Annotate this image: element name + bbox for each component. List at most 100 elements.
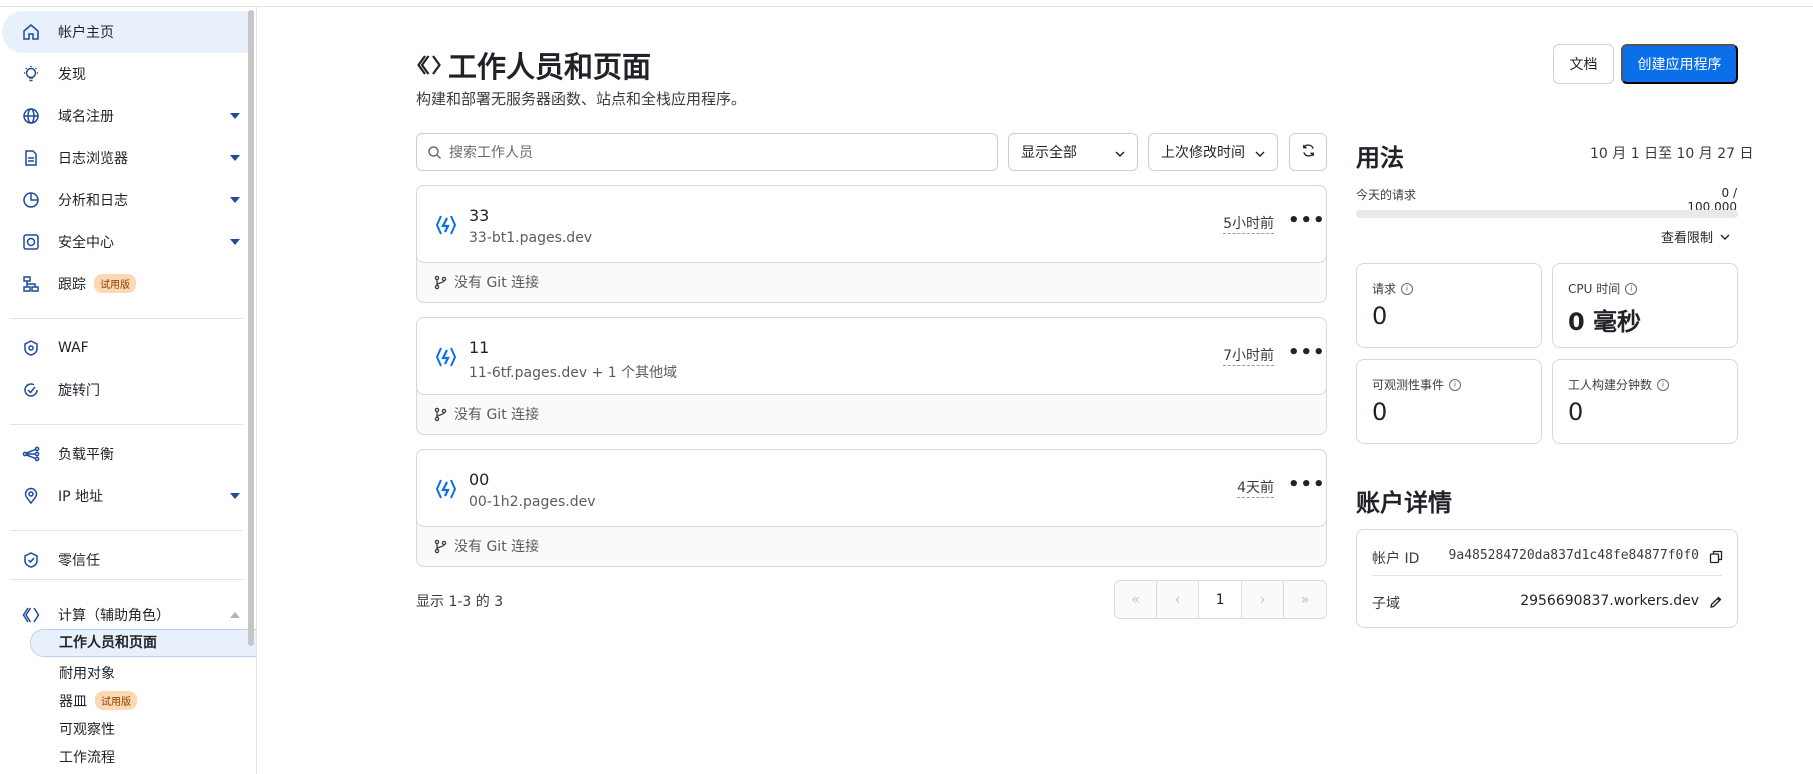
sidebar-item-home[interactable]: 帐户主页: [2, 11, 248, 53]
more-options-icon[interactable]: •••: [1288, 212, 1325, 234]
sidebar-item-label: 发现: [58, 67, 86, 83]
more-options-icon[interactable]: •••: [1288, 476, 1325, 498]
sidebar-item-security[interactable]: 安全中心: [2, 221, 248, 263]
page-title: 工作人员和页面: [448, 50, 652, 84]
sidebar-item-zero-trust[interactable]: 零信任: [2, 539, 248, 581]
sidebar-item-label: 器皿: [59, 694, 87, 710]
requests-progress-bar: [1356, 210, 1738, 218]
sidebar-item-discover[interactable]: 发现: [2, 53, 248, 95]
sidebar-subitem-workers-pages[interactable]: 工作人员和页面: [30, 629, 256, 657]
git-status: 没有 Git 连接: [433, 272, 539, 292]
view-limits-label: 查看限制: [1661, 231, 1714, 246]
worker-name[interactable]: 33: [469, 206, 489, 225]
more-options-icon[interactable]: •••: [1288, 344, 1325, 366]
worker-name[interactable]: 11: [469, 338, 489, 357]
trace-icon: [22, 275, 40, 293]
sidebar-scrollbar[interactable]: [248, 10, 254, 646]
worker-card-header[interactable]: 33 33-bt1.pages.dev 5小时前 •••: [416, 185, 1327, 263]
git-branch-icon: [434, 275, 447, 289]
current-page[interactable]: 1: [1199, 581, 1243, 618]
sidebar-item-label: 分析和日志: [58, 193, 128, 209]
sidebar-item-ip-addresses[interactable]: IP 地址: [2, 475, 248, 517]
git-status-label: 没有 Git 连接: [454, 275, 540, 291]
search-placeholder: 搜索工作人员: [449, 145, 533, 161]
worker-card-header[interactable]: 11 11-6tf.pages.dev + 1 个其他域 7小时前 •••: [416, 317, 1327, 395]
chevron-down-icon: [230, 155, 240, 161]
results-count: 显示 1-3 的 3: [416, 594, 504, 610]
sidebar-subitem-durable-objects[interactable]: 耐用对象: [59, 663, 115, 683]
sidebar-item-waf[interactable]: WAF: [2, 327, 248, 369]
lightbulb-icon: [22, 65, 40, 83]
copy-icon[interactable]: [1709, 549, 1723, 564]
chevron-down-icon: [1720, 234, 1730, 240]
create-application-button[interactable]: 创建应用程序: [1621, 44, 1738, 84]
worker-updated-time: 4天前: [1237, 480, 1274, 498]
refresh-button[interactable]: [1289, 133, 1327, 171]
sidebar: 帐户主页 发现 域名注册 日志浏览器 分析和日志 安全中心 跟踪 试用版 WAF …: [0, 7, 257, 774]
first-page-button[interactable]: «: [1115, 581, 1158, 618]
view-limits-button[interactable]: 查看限制: [1661, 227, 1731, 246]
worker-icon: [435, 477, 457, 501]
info-icon[interactable]: i: [1625, 282, 1638, 295]
last-page-button[interactable]: »: [1284, 581, 1326, 618]
sidebar-item-label: 零信任: [58, 553, 100, 569]
sidebar-divider: [10, 530, 243, 531]
git-status: 没有 Git 连接: [433, 404, 539, 424]
worker-icon: [435, 213, 457, 237]
worker-domain[interactable]: 33-bt1.pages.dev: [469, 230, 592, 246]
chevron-down-icon: [230, 197, 240, 203]
chevron-down-icon: [230, 493, 240, 499]
page-subtitle: 构建和部署无服务器函数、站点和全栈应用程序。: [416, 90, 747, 108]
info-icon[interactable]: i: [1657, 378, 1670, 391]
worker-updated-time: 7小时前: [1223, 348, 1274, 366]
git-branch-icon: [434, 539, 447, 553]
stat-label: 工人构建分钟数: [1568, 378, 1653, 392]
sort-select[interactable]: 上次修改时间: [1148, 133, 1278, 171]
load-balance-icon: [22, 445, 40, 463]
sidebar-item-load-balancing[interactable]: 负载平衡: [2, 433, 248, 475]
worker-name[interactable]: 00: [469, 470, 489, 489]
prev-page-button[interactable]: ‹: [1157, 581, 1200, 618]
chart-icon: [22, 191, 40, 209]
stat-card-build-minutes: 工人构建分钟数 i 0: [1552, 359, 1738, 444]
shield-icon: [22, 233, 40, 251]
git-status-label: 没有 Git 连接: [454, 407, 540, 423]
sidebar-item-trace[interactable]: 跟踪 试用版: [2, 263, 248, 305]
sidebar-subitem-containers[interactable]: 器皿 试用版: [59, 691, 137, 711]
sidebar-item-domains[interactable]: 域名注册: [2, 95, 248, 137]
sidebar-item-label: 安全中心: [58, 235, 114, 251]
sidebar-subitem-observability[interactable]: 可观察性: [59, 719, 115, 739]
git-status-label: 没有 Git 连接: [454, 539, 540, 555]
edit-icon[interactable]: [1709, 594, 1723, 608]
page-header: 工作人员和页面: [416, 44, 651, 86]
sidebar-item-analytics[interactable]: 分析和日志: [2, 179, 248, 221]
search-input[interactable]: 搜索工作人员: [416, 133, 998, 171]
worker-card[interactable]: 00 00-1h2.pages.dev 4天前 ••• 没有 Git 连接: [416, 449, 1327, 567]
sidebar-item-label: 域名注册: [58, 109, 114, 125]
worker-card[interactable]: 33 33-bt1.pages.dev 5小时前 ••• 没有 Git 连接: [416, 185, 1327, 303]
sidebar-item-label: 计算（辅助角色）: [58, 608, 170, 624]
docs-button[interactable]: 文档: [1553, 44, 1614, 84]
next-page-button[interactable]: ›: [1242, 581, 1285, 618]
subdomain-value[interactable]: 2956690837.workers.dev: [1520, 593, 1699, 609]
worker-card-header[interactable]: 00 00-1h2.pages.dev 4天前 •••: [416, 449, 1327, 527]
sidebar-item-log-explorer[interactable]: 日志浏览器: [2, 137, 248, 179]
chevron-up-icon: [230, 612, 240, 618]
stat-value: 0: [1372, 398, 1388, 426]
usage-title: 用法: [1356, 144, 1404, 172]
chevron-down-icon: [1115, 147, 1125, 157]
sidebar-subitem-workflows[interactable]: 工作流程: [59, 747, 115, 767]
chevron-down-icon: [1255, 147, 1265, 157]
log-icon: [22, 149, 40, 167]
location-icon: [22, 487, 40, 505]
worker-domain[interactable]: 00-1h2.pages.dev: [469, 494, 596, 510]
git-status: 没有 Git 连接: [433, 536, 539, 556]
show-all-select[interactable]: 显示全部: [1008, 133, 1138, 171]
chevron-down-icon: [230, 113, 240, 119]
worker-card[interactable]: 11 11-6tf.pages.dev + 1 个其他域 7小时前 ••• 没有…: [416, 317, 1327, 435]
sidebar-item-turnstile[interactable]: 旋转门: [2, 369, 248, 411]
info-icon[interactable]: i: [1449, 378, 1462, 391]
info-icon[interactable]: i: [1401, 282, 1414, 295]
account-id-value[interactable]: 9a485284720da837d1c48fe84877f0f0: [1449, 548, 1699, 563]
worker-domain[interactable]: 11-6tf.pages.dev + 1 个其他域: [469, 362, 677, 382]
